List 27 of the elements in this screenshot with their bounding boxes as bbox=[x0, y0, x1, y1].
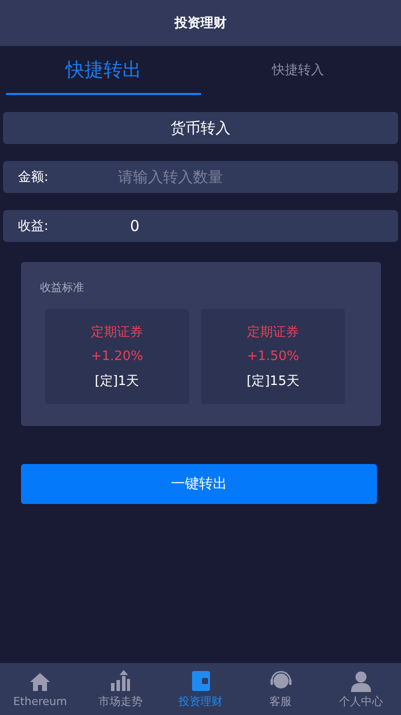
plan-rate: +1.20% bbox=[90, 349, 144, 364]
field-label: 金额: bbox=[17, 169, 50, 186]
page-title: 投资理财 bbox=[174, 15, 226, 32]
field-label: 收益: bbox=[17, 218, 50, 235]
transfer-out-button[interactable]: 一键转出 bbox=[21, 464, 377, 504]
card-title: 收益标准 bbox=[40, 280, 85, 295]
plan-card[interactable]: 定期证券 +1.20% [定]1天 bbox=[45, 309, 189, 404]
amount-field[interactable]: 金额: 请输入转入数量 bbox=[3, 161, 398, 193]
tab[interactable]: 快捷转出 bbox=[6, 46, 200, 95]
nav-item[interactable]: 客服 bbox=[240, 663, 321, 715]
earnings-value: 0 bbox=[129, 217, 140, 235]
plan-rate: +1.50% bbox=[246, 349, 300, 364]
plan-name: 定期证券 bbox=[247, 324, 299, 341]
user-icon bbox=[348, 669, 373, 693]
plan-term: [定]1天 bbox=[94, 373, 140, 390]
plan-term: [定]15天 bbox=[246, 373, 300, 390]
nav-item[interactable]: Ethereum bbox=[0, 663, 80, 715]
bar-chart-icon bbox=[108, 669, 132, 693]
section-title: 货币转入 bbox=[3, 112, 398, 144]
plan-card[interactable]: 定期证券 +1.50% [定]15天 bbox=[201, 309, 345, 404]
nav-item[interactable]: 投资理财 bbox=[160, 663, 241, 715]
nav-item[interactable]: 个人中心 bbox=[320, 663, 401, 715]
home-icon bbox=[28, 670, 52, 694]
nav-item[interactable]: 市场走势 bbox=[80, 663, 160, 715]
amount-input[interactable]: 请输入转入数量 bbox=[115, 161, 398, 193]
plan-name: 定期证券 bbox=[91, 324, 143, 341]
tab[interactable]: 快捷转入 bbox=[200, 46, 395, 95]
